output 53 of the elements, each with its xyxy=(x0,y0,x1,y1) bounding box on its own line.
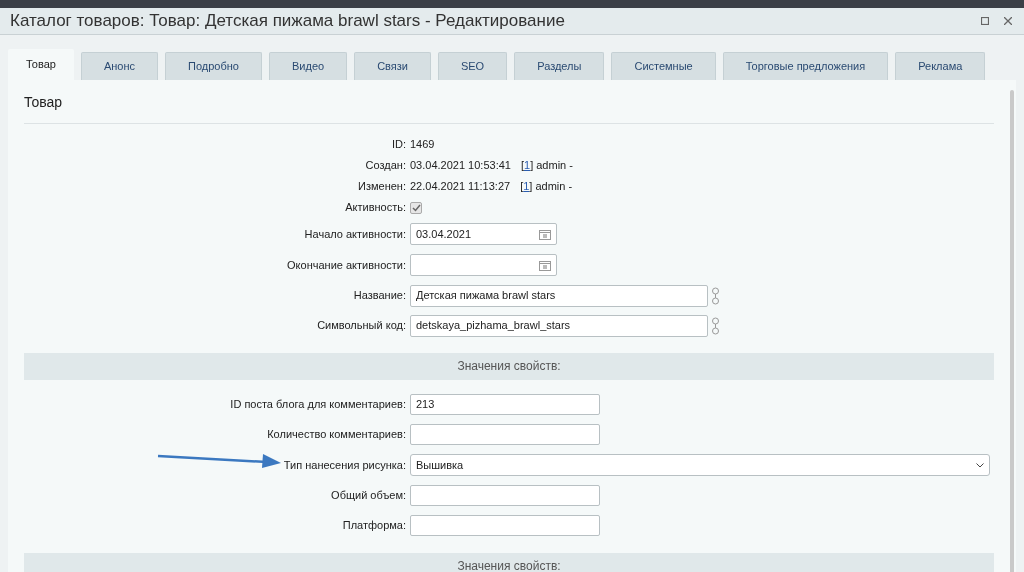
field-label: Активность: xyxy=(345,200,406,216)
field-value: 03.04.2021 10:53:41 xyxy=(410,157,511,173)
date-field[interactable]: 03.04.2021 xyxy=(410,223,557,245)
field-label: Название: xyxy=(353,288,406,304)
bracket-text: [ xyxy=(520,178,524,194)
tab[interactable]: Торговые предложения xyxy=(722,51,889,80)
field-label: Количество комментариев: xyxy=(267,427,406,443)
bracket-text: [ xyxy=(520,157,524,173)
tab[interactable]: Разделы xyxy=(514,51,605,80)
author-text: ] admin - xyxy=(530,157,573,173)
tab[interactable]: Видео xyxy=(269,51,348,80)
field-label: ID поста блога для комментариев: xyxy=(230,397,406,413)
tab[interactable]: Связи xyxy=(354,51,431,80)
tab[interactable]: Анонс xyxy=(80,51,159,80)
input-field[interactable]: detskaya_pizhama_brawl_stars xyxy=(410,314,708,337)
calendar-icon[interactable] xyxy=(539,228,551,240)
field-value: 1469 xyxy=(410,136,435,152)
calendar-icon[interactable] xyxy=(539,259,551,271)
window-title: Каталог товаров: Товар: Детская пижама brawl stars - Редактирование xyxy=(10,10,566,32)
tab[interactable]: Системные xyxy=(611,51,716,80)
translit-icon[interactable] xyxy=(712,316,719,335)
date-field[interactable] xyxy=(410,254,557,276)
section-heading: Значения свойств: xyxy=(24,552,994,572)
scrollbar[interactable] xyxy=(1010,89,1014,572)
field-label: ID: xyxy=(391,136,406,152)
chevron-down-icon xyxy=(976,462,984,468)
close-icon[interactable] xyxy=(1004,16,1012,25)
select-field[interactable]: Вышивка xyxy=(410,454,990,476)
field-label: Символьный код: xyxy=(317,318,406,334)
author-text: ] admin - xyxy=(529,178,573,194)
field-value: 03.04.2021 xyxy=(416,226,472,242)
tab[interactable]: Реклама xyxy=(895,51,986,80)
field-label: Общий объем: xyxy=(331,488,406,504)
section-title: Товар xyxy=(24,91,994,124)
field-label: Окончание активности: xyxy=(287,257,406,273)
translit-icon[interactable] xyxy=(712,286,719,305)
maximize-icon[interactable] xyxy=(981,16,989,25)
checkbox[interactable] xyxy=(410,201,422,214)
field-value: 22.04.2021 11:13:27 xyxy=(410,178,511,194)
tab[interactable]: Подробно xyxy=(165,51,262,80)
field-label: Начало активности: xyxy=(304,226,406,242)
field-label: Создан: xyxy=(365,157,406,173)
input-field[interactable]: 213 xyxy=(410,394,600,415)
field-label: Платформа: xyxy=(342,518,406,534)
input-field[interactable] xyxy=(410,515,600,536)
input-field[interactable] xyxy=(410,485,600,506)
field-label: Изменен: xyxy=(358,178,406,194)
input-field[interactable]: Детская пижама brawl stars xyxy=(410,284,708,307)
input-field[interactable] xyxy=(410,424,600,445)
tab[interactable]: SEO xyxy=(437,51,508,80)
tab[interactable]: Товар xyxy=(8,48,74,80)
field-label: Тип нанесения рисунка: xyxy=(283,457,406,473)
section-heading: Значения свойств: xyxy=(24,352,994,380)
